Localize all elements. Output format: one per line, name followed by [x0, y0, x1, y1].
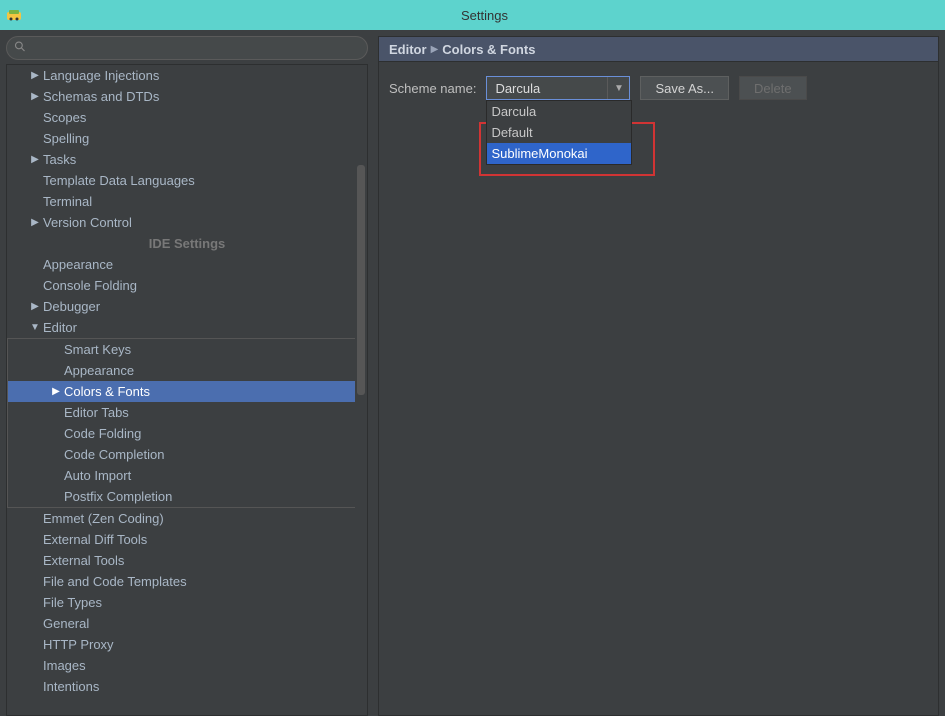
tree-item[interactable]: Terminal: [7, 191, 367, 212]
settings-panel: Scheme name: Darcula ▼ Darcula Default S…: [378, 62, 939, 716]
tree-item[interactable]: HTTP Proxy: [7, 634, 367, 655]
tree-label: Intentions: [43, 679, 99, 694]
scheme-select-value: Darcula: [495, 81, 540, 96]
settings-tree: ▶Language Injections ▶Schemas and DTDs S…: [6, 64, 368, 716]
tree-label: Appearance: [64, 363, 134, 378]
settings-content: Editor ▶ Colors & Fonts Scheme name: Dar…: [378, 36, 939, 716]
window-title: Settings: [30, 8, 939, 23]
tree-item-editor[interactable]: ▼Editor: [7, 317, 367, 338]
tree-item[interactable]: Spelling: [7, 128, 367, 149]
tree-item[interactable]: Auto Import: [8, 465, 366, 486]
tree-item[interactable]: Editor Tabs: [8, 402, 366, 423]
breadcrumb-leaf: Colors & Fonts: [442, 42, 535, 57]
chevron-down-icon: ▼: [607, 77, 629, 99]
tree-label: Code Folding: [64, 426, 141, 441]
tree-item[interactable]: Postfix Completion: [8, 486, 366, 507]
tree-label: Schemas and DTDs: [43, 89, 159, 104]
scheme-select[interactable]: Darcula ▼ Darcula Default SublimeMonokai: [486, 76, 630, 100]
tree-label: Language Injections: [43, 68, 159, 83]
tree-item[interactable]: ▶Version Control: [7, 212, 367, 233]
tree-item[interactable]: General: [7, 613, 367, 634]
scrollbar[interactable]: [355, 165, 367, 716]
chevron-right-icon: ▶: [29, 70, 41, 81]
tree-item[interactable]: Console Folding: [7, 275, 367, 296]
tree-label: Editor: [43, 320, 77, 335]
option-label: Darcula: [491, 104, 536, 119]
scheme-name-label: Scheme name:: [389, 81, 476, 96]
option-label: Default: [491, 125, 532, 140]
tree-item[interactable]: External Diff Tools: [7, 529, 367, 550]
chevron-right-icon: ▶: [431, 44, 439, 55]
tree-item[interactable]: Images: [7, 655, 367, 676]
tree-label: External Diff Tools: [43, 532, 147, 547]
chevron-right-icon: ▶: [50, 386, 62, 397]
tree-item[interactable]: Intentions: [7, 676, 367, 697]
tree-item[interactable]: External Tools: [7, 550, 367, 571]
tree-label: General: [43, 616, 89, 631]
tree-label: Images: [43, 658, 86, 673]
tree-label: Code Completion: [64, 447, 164, 462]
tree-item[interactable]: ▶Debugger: [7, 296, 367, 317]
scheme-option[interactable]: Default: [487, 122, 631, 143]
tree-item[interactable]: ▶Schemas and DTDs: [7, 86, 367, 107]
tree-label: Appearance: [43, 257, 113, 272]
tree-label: External Tools: [43, 553, 124, 568]
editor-subtree: Smart Keys Appearance ▶Colors & Fonts Ed…: [7, 338, 367, 508]
tree-label: Editor Tabs: [64, 405, 129, 420]
section-header-ide: IDE Settings: [7, 233, 367, 254]
tree-item[interactable]: Code Completion: [8, 444, 366, 465]
tree-item-colors-fonts[interactable]: ▶Colors & Fonts: [8, 381, 366, 402]
tree-label: Emmet (Zen Coding): [43, 511, 164, 526]
search-input[interactable]: [6, 36, 368, 60]
tree-label: Postfix Completion: [64, 489, 172, 504]
tree-label: Spelling: [43, 131, 89, 146]
tree-item[interactable]: Appearance: [8, 360, 366, 381]
tree-item[interactable]: Template Data Languages: [7, 170, 367, 191]
tree-label: File Types: [43, 595, 102, 610]
tree-item[interactable]: Scopes: [7, 107, 367, 128]
scheme-option[interactable]: SublimeMonokai: [487, 143, 631, 164]
tree-item[interactable]: File and Code Templates: [7, 571, 367, 592]
tree-item[interactable]: Emmet (Zen Coding): [7, 508, 367, 529]
chevron-down-icon: ▼: [29, 322, 41, 333]
tree-item[interactable]: Smart Keys: [8, 339, 366, 360]
app-icon: [6, 7, 22, 23]
chevron-right-icon: ▶: [29, 154, 41, 165]
tree-label: Auto Import: [64, 468, 131, 483]
breadcrumb-root[interactable]: Editor: [389, 42, 427, 57]
tree-item[interactable]: Appearance: [7, 254, 367, 275]
tree-item[interactable]: Code Folding: [8, 423, 366, 444]
tree-label: Debugger: [43, 299, 100, 314]
tree-label: Console Folding: [43, 278, 137, 293]
tree-label: Scopes: [43, 110, 86, 125]
tree-item[interactable]: ▶Tasks: [7, 149, 367, 170]
delete-button: Delete: [739, 76, 807, 100]
tree-label: Template Data Languages: [43, 173, 195, 188]
search-icon: [14, 41, 26, 56]
settings-sidebar: ▶Language Injections ▶Schemas and DTDs S…: [6, 36, 368, 716]
tree-label: Version Control: [43, 215, 132, 230]
scheme-dropdown: Darcula Default SublimeMonokai: [486, 100, 632, 165]
tree-label: Terminal: [43, 194, 92, 209]
breadcrumb: Editor ▶ Colors & Fonts: [378, 36, 939, 62]
scheme-option[interactable]: Darcula: [487, 101, 631, 122]
tree-label: HTTP Proxy: [43, 637, 114, 652]
chevron-right-icon: ▶: [29, 91, 41, 102]
scrollbar-thumb[interactable]: [357, 165, 365, 395]
chevron-right-icon: ▶: [29, 217, 41, 228]
tree-label: File and Code Templates: [43, 574, 187, 589]
title-bar: Settings: [0, 0, 945, 30]
tree-label: Tasks: [43, 152, 76, 167]
tree-item[interactable]: File Types: [7, 592, 367, 613]
save-as-button[interactable]: Save As...: [640, 76, 729, 100]
tree-item[interactable]: ▶Language Injections: [7, 65, 367, 86]
tree-label: Smart Keys: [64, 342, 131, 357]
option-label: SublimeMonokai: [491, 146, 587, 161]
tree-label: Colors & Fonts: [64, 384, 150, 399]
chevron-right-icon: ▶: [29, 301, 41, 312]
